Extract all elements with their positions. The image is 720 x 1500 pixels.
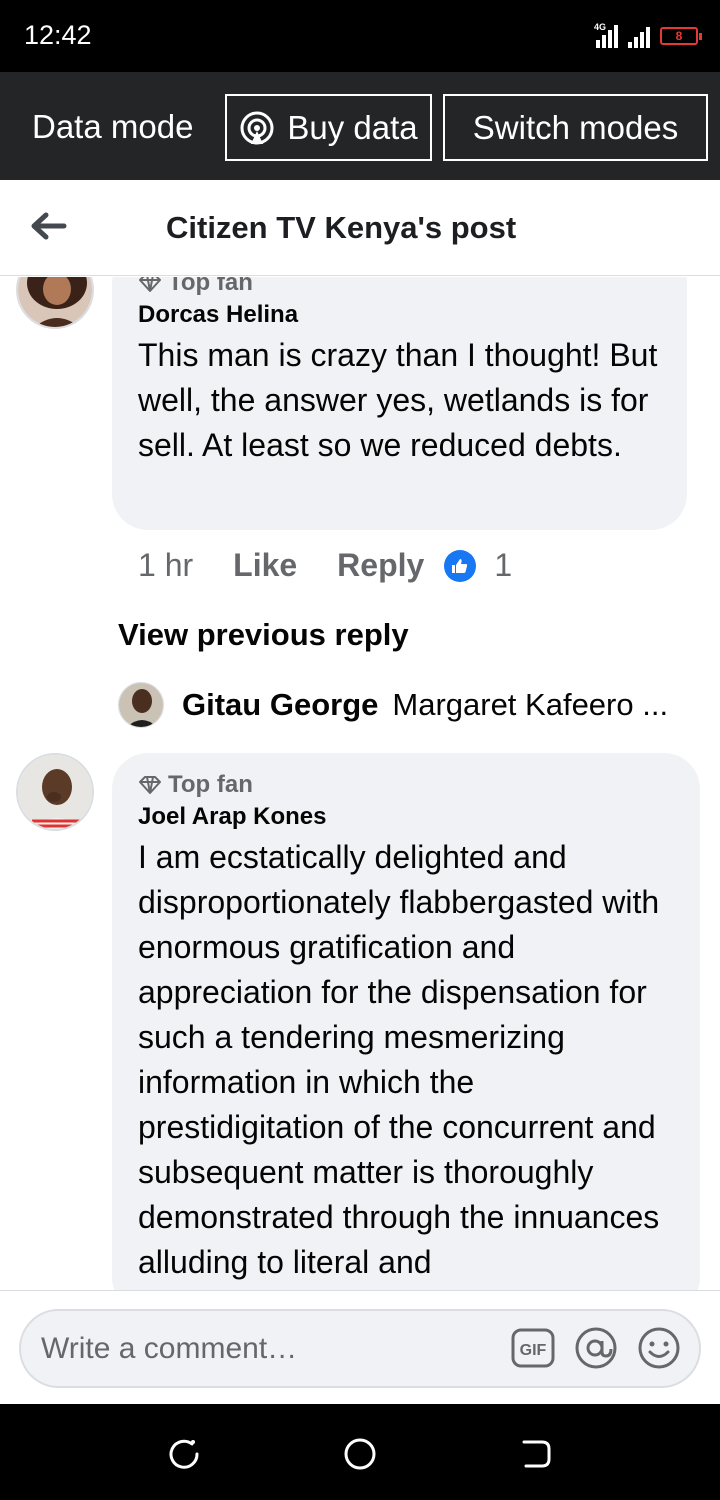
top-fan-badge: Top fan: [138, 771, 674, 799]
avatar[interactable]: [118, 682, 164, 728]
back-arrow-icon[interactable]: [28, 206, 68, 246]
reply-button[interactable]: Reply: [337, 547, 424, 584]
top-fan-label: Top fan: [168, 771, 253, 798]
buy-data-label: Buy data: [287, 108, 418, 146]
diamond-icon: [139, 277, 161, 292]
data-mode-bar: Data mode Buy data Switch modes: [0, 72, 720, 180]
view-previous-reply-link[interactable]: View previous reply: [118, 617, 409, 653]
comment-time: 1 hr: [138, 547, 194, 583]
thumbs-up-icon[interactable]: [444, 549, 477, 582]
like-button[interactable]: Like: [233, 547, 297, 584]
comment-composer: GIF: [0, 1290, 720, 1404]
reply-preview[interactable]: Gitau George Margaret Kafeero ...: [118, 682, 708, 728]
system-nav-bar: [0, 1404, 720, 1500]
comments-feed[interactable]: Top fan Dorcas Helina This man is crazy …: [0, 277, 720, 1290]
top-fan-label: Top fan: [168, 277, 253, 296]
network-type-label: 4G: [594, 22, 607, 32]
diamond-icon: [139, 776, 161, 794]
comment-author[interactable]: Joel Arap Kones: [138, 803, 674, 831]
status-icons: 4G 8: [592, 20, 702, 48]
signal-4g-icon: 4G: [592, 22, 618, 48]
battery-icon: 8: [660, 27, 702, 45]
status-bar: 12:42 4G 8: [0, 0, 720, 72]
reaction-count[interactable]: 1: [494, 547, 512, 584]
avatar[interactable]: [16, 753, 94, 831]
page-title: Citizen TV Kenya's post: [166, 210, 517, 245]
switch-modes-button[interactable]: Switch modes: [443, 94, 708, 161]
battery-level: 8: [675, 29, 683, 43]
back-nav-icon[interactable]: [518, 1436, 554, 1472]
comment-bubble[interactable]: Top fan Joel Arap Kones I am ecstaticall…: [112, 753, 700, 1290]
mention-icon[interactable]: [573, 1325, 619, 1371]
signal-icon: [624, 24, 650, 48]
comment-actions: 1 hr Like Reply 1: [138, 547, 512, 584]
reply-author[interactable]: Gitau George: [182, 687, 378, 723]
emoji-icon[interactable]: [636, 1325, 682, 1371]
switch-modes-label: Switch modes: [472, 108, 679, 146]
gif-label: GIF: [520, 1342, 547, 1359]
post-header: Citizen TV Kenya's post: [0, 180, 720, 276]
gif-icon[interactable]: GIF: [510, 1325, 556, 1371]
buy-data-button[interactable]: Buy data: [225, 94, 432, 161]
reply-snippet: Margaret Kafeero ...: [392, 687, 669, 722]
status-time: 12:42: [24, 20, 92, 50]
comment-text: This man is crazy than I thought! But we…: [138, 337, 658, 463]
comment-text: I am ecstatically delighted and dispropo…: [138, 839, 660, 1280]
comment-bubble[interactable]: Top fan Dorcas Helina This man is crazy …: [112, 277, 687, 530]
broadcast-icon: [240, 111, 274, 144]
recent-apps-icon[interactable]: [166, 1436, 202, 1472]
avatar[interactable]: [16, 277, 94, 329]
comment-author[interactable]: Dorcas Helina: [138, 301, 661, 329]
top-fan-badge: Top fan: [138, 277, 661, 297]
data-mode-label: Data mode: [32, 108, 194, 145]
home-icon[interactable]: [342, 1436, 378, 1472]
